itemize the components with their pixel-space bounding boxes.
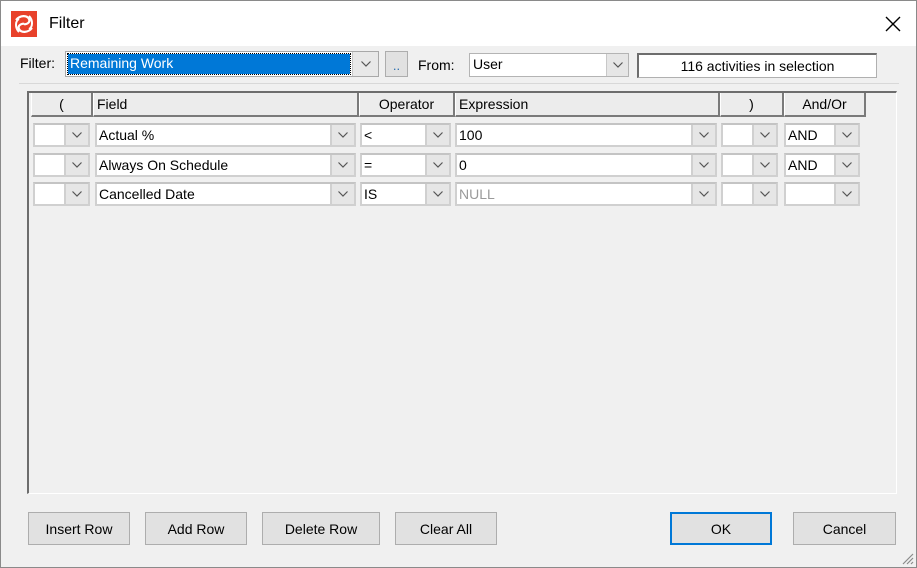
and-or-select[interactable]: AND: [784, 153, 860, 177]
field-dropdown-button[interactable]: [330, 155, 354, 175]
operator-dropdown-button[interactable]: [425, 155, 449, 175]
insert-row-button[interactable]: Insert Row: [28, 512, 130, 545]
chevron-down-icon: [360, 61, 371, 67]
open-paren-select[interactable]: [33, 182, 90, 206]
chevron-down-icon: [842, 132, 852, 138]
and-or-dropdown-button[interactable]: [834, 184, 858, 204]
close-icon: [885, 16, 901, 31]
field-dropdown-button[interactable]: [330, 184, 354, 204]
close-paren-select[interactable]: [721, 153, 778, 177]
chevron-down-icon: [699, 191, 709, 197]
ok-button[interactable]: OK: [670, 512, 772, 545]
selection-count: 116 activities in selection: [637, 53, 877, 78]
field-select[interactable]: Cancelled Date: [95, 182, 356, 206]
column-header-close-paren[interactable]: ): [720, 93, 784, 117]
expression-select[interactable]: NULL: [455, 182, 717, 206]
chevron-down-icon: [842, 162, 852, 168]
and-or-dropdown-button[interactable]: [834, 125, 858, 145]
expression-select[interactable]: 100: [455, 123, 717, 147]
browse-filters-button[interactable]: ..: [385, 51, 408, 77]
open-paren-dropdown-button[interactable]: [64, 125, 88, 145]
chevron-down-icon: [699, 162, 709, 168]
app-logo-icon: [11, 11, 37, 37]
close-paren-dropdown-button[interactable]: [752, 155, 776, 175]
close-paren-select[interactable]: [721, 182, 778, 206]
close-paren-select[interactable]: [721, 123, 778, 147]
criteria-grid: ( Field Operator Expression ) And/Or Act…: [27, 91, 897, 494]
column-header-and-or[interactable]: And/Or: [784, 93, 866, 117]
open-paren-dropdown-button[interactable]: [64, 184, 88, 204]
close-paren-dropdown-button[interactable]: [752, 184, 776, 204]
operator-dropdown-button[interactable]: [425, 184, 449, 204]
expression-dropdown-button[interactable]: [691, 184, 715, 204]
chevron-down-icon: [72, 191, 82, 197]
filter-dialog: Filter Filter: Remaining Work .. From: U…: [0, 0, 917, 568]
delete-row-button[interactable]: Delete Row: [262, 512, 380, 545]
operator-select[interactable]: =: [360, 153, 451, 177]
field-dropdown-button[interactable]: [330, 125, 354, 145]
title-bar: Filter: [1, 1, 916, 46]
resize-grip-icon[interactable]: [900, 551, 914, 565]
column-header-open-paren[interactable]: (: [31, 93, 93, 117]
from-select[interactable]: User: [469, 53, 629, 77]
close-button[interactable]: [870, 1, 916, 46]
add-row-button[interactable]: Add Row: [145, 512, 247, 545]
chevron-down-icon: [433, 191, 443, 197]
filter-select[interactable]: Remaining Work: [65, 51, 379, 77]
chevron-down-icon: [72, 162, 82, 168]
operator-select[interactable]: <: [360, 123, 451, 147]
and-or-select[interactable]: AND: [784, 123, 860, 147]
from-select-value: User: [473, 56, 503, 72]
chevron-down-icon: [760, 162, 770, 168]
chevron-down-icon: [72, 132, 82, 138]
open-paren-select[interactable]: [33, 123, 90, 147]
column-header-operator[interactable]: Operator: [359, 93, 455, 117]
close-paren-dropdown-button[interactable]: [752, 125, 776, 145]
chevron-down-icon: [699, 132, 709, 138]
chevron-down-icon: [338, 162, 348, 168]
chevron-down-icon: [760, 191, 770, 197]
filter-label: Filter:: [20, 55, 55, 71]
open-paren-select[interactable]: [33, 153, 90, 177]
clear-all-button[interactable]: Clear All: [395, 512, 497, 545]
chevron-down-icon: [612, 62, 623, 68]
expression-select[interactable]: 0: [455, 153, 717, 177]
open-paren-dropdown-button[interactable]: [64, 155, 88, 175]
and-or-select[interactable]: [784, 182, 860, 206]
column-header-field[interactable]: Field: [93, 93, 359, 117]
column-header-expression[interactable]: Expression: [455, 93, 720, 117]
and-or-dropdown-button[interactable]: [834, 155, 858, 175]
chevron-down-icon: [433, 162, 443, 168]
chevron-down-icon: [338, 191, 348, 197]
chevron-down-icon: [842, 191, 852, 197]
expression-dropdown-button[interactable]: [691, 125, 715, 145]
operator-dropdown-button[interactable]: [425, 125, 449, 145]
cancel-button[interactable]: Cancel: [793, 512, 896, 545]
filter-select-value: Remaining Work: [67, 53, 351, 75]
chevron-down-icon: [760, 132, 770, 138]
expression-dropdown-button[interactable]: [691, 155, 715, 175]
from-dropdown-button[interactable]: [606, 54, 628, 76]
field-select[interactable]: Always On Schedule: [95, 153, 356, 177]
from-label: From:: [418, 57, 455, 73]
window-title: Filter: [49, 15, 85, 32]
field-select[interactable]: Actual %: [95, 123, 356, 147]
chevron-down-icon: [338, 132, 348, 138]
chevron-down-icon: [433, 132, 443, 138]
divider: [19, 83, 899, 84]
filter-dropdown-button[interactable]: [352, 52, 378, 76]
operator-select[interactable]: IS: [360, 182, 451, 206]
